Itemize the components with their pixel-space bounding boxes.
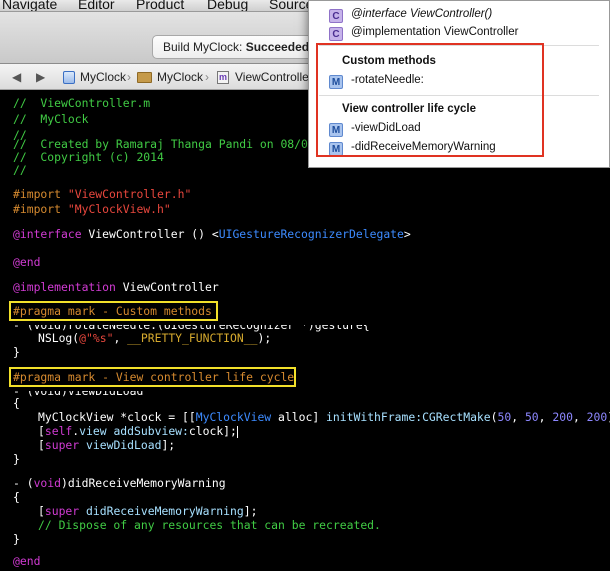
code-line: // (13, 163, 27, 177)
highlight-box-pragma-custom (9, 301, 218, 321)
breadcrumb-file[interactable]: ViewControlle (235, 70, 309, 84)
class-badge-icon: C (329, 9, 343, 23)
code-line: @implementation ViewController (13, 280, 219, 294)
code-line: // Copyright (c) 2014 (13, 150, 164, 164)
code-line: { (13, 396, 20, 410)
code-line: @interface ViewController () <UIGestureR… (13, 227, 411, 241)
code-line: @end (13, 255, 41, 269)
code-line: @end (13, 554, 41, 568)
project-icon (63, 71, 75, 84)
popup-item-implementation[interactable]: C @implementation ViewController (329, 24, 518, 41)
class-badge-icon: C (329, 27, 343, 41)
activity-prefix: Build MyClock: (163, 40, 243, 54)
code-line: // Dispose of any resources that can be … (38, 518, 381, 532)
forward-arrow-icon[interactable]: ▶ (36, 70, 45, 84)
code-line: [super viewDidLoad]; (38, 438, 176, 452)
chevron-right-icon: › (127, 70, 131, 84)
back-arrow-icon[interactable]: ◀ (12, 70, 21, 84)
code-line: #import "ViewController.h" (13, 187, 192, 201)
menu-product[interactable]: Product (136, 0, 184, 11)
breadcrumb-group[interactable]: MyClock (157, 70, 203, 84)
code-line: } (13, 532, 20, 546)
code-line: } (13, 452, 20, 466)
code-line: { (13, 490, 20, 504)
folder-icon (137, 72, 152, 83)
code-line: #import "MyClockView.h" (13, 202, 171, 216)
menu-source[interactable]: Source (269, 0, 313, 11)
breadcrumb-project[interactable]: MyClock (80, 70, 126, 84)
code-line: // ViewController.m (13, 96, 151, 110)
activity-status: Succeeded (245, 40, 310, 54)
chevron-right-icon: › (205, 70, 209, 84)
code-line: - (void)didReceiveMemoryWarning (13, 476, 226, 490)
objc-file-icon: m (217, 71, 229, 84)
text-caret (236, 425, 238, 438)
menu-editor[interactable]: Editor (78, 0, 115, 11)
highlight-box-pragma-lifecycle (9, 367, 296, 387)
code-line: // MyClock (13, 112, 89, 126)
menu-navigate[interactable]: Navigate (2, 0, 57, 11)
code-line: } (13, 345, 20, 359)
popup-item-interface[interactable]: C @interface ViewController() (329, 6, 492, 23)
code-line: NSLog(@"%s", __PRETTY_FUNCTION__); (38, 331, 272, 345)
highlight-box-popup-sections (316, 43, 544, 157)
menu-debug[interactable]: Debug (207, 0, 248, 11)
